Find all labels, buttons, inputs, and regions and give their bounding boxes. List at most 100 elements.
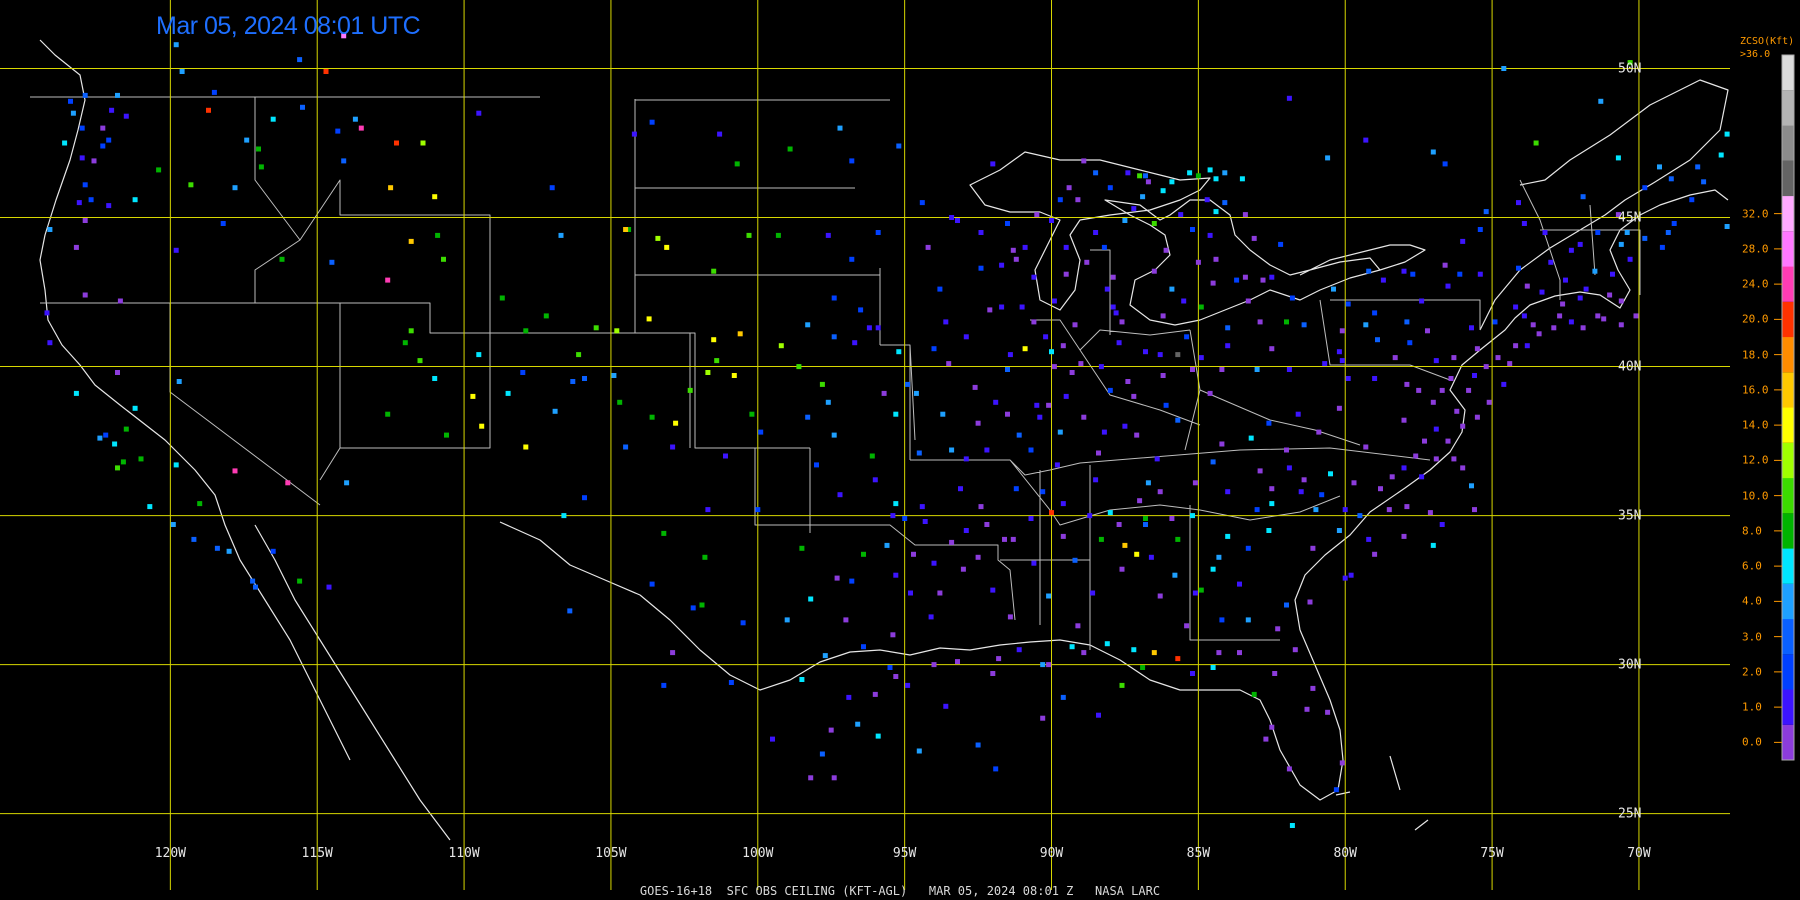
station-marker xyxy=(617,399,623,405)
station-marker xyxy=(869,453,875,459)
station-marker xyxy=(943,319,949,325)
station-marker xyxy=(1113,310,1119,316)
legend-swatch xyxy=(1782,160,1794,197)
station-marker xyxy=(1122,423,1128,429)
station-marker xyxy=(1022,346,1028,352)
station-marker xyxy=(115,370,120,375)
station-marker xyxy=(470,393,476,399)
station-marker xyxy=(1539,289,1545,295)
map-outlines xyxy=(30,39,1729,841)
station-marker xyxy=(1304,706,1310,712)
station-marker xyxy=(1163,247,1169,253)
station-marker xyxy=(1072,322,1078,328)
station-marker xyxy=(120,459,126,465)
station-marker xyxy=(1275,626,1281,632)
station-marker xyxy=(911,551,916,557)
station-marker xyxy=(1307,599,1313,605)
station-marker xyxy=(226,548,232,554)
station-marker xyxy=(1119,566,1125,572)
station-marker xyxy=(1137,173,1143,179)
station-marker xyxy=(1266,420,1272,426)
station-marker xyxy=(1269,486,1275,492)
footer-caption: GOES-16+18 SFC OBS CEILING (KFT-AGL) MAR… xyxy=(639,884,1161,898)
lon-label-110w: 110W xyxy=(448,846,480,861)
station-marker xyxy=(805,414,811,420)
station-marker xyxy=(1560,301,1566,307)
station-marker xyxy=(1069,644,1075,650)
station-marker xyxy=(1219,617,1225,623)
station-marker xyxy=(796,364,802,370)
station-marker xyxy=(858,307,864,313)
station-marker xyxy=(778,343,784,349)
station-marker xyxy=(1051,364,1057,370)
station-marker xyxy=(770,736,775,742)
station-marker xyxy=(385,411,391,417)
station-marker xyxy=(1013,256,1019,262)
station-marker xyxy=(593,325,599,331)
station-marker xyxy=(928,614,934,620)
station-marker xyxy=(1495,355,1501,361)
station-marker xyxy=(79,125,85,131)
station-marker xyxy=(1372,376,1378,381)
station-marker xyxy=(115,92,120,98)
station-marker xyxy=(1145,179,1151,185)
station-marker xyxy=(394,140,399,146)
station-marker xyxy=(1345,376,1351,381)
station-marker xyxy=(1701,179,1707,185)
station-marker xyxy=(123,426,129,432)
station-marker xyxy=(1289,295,1295,301)
station-marker xyxy=(1213,256,1219,262)
station-marker xyxy=(505,390,511,396)
station-marker xyxy=(1410,271,1416,277)
legend-swatch xyxy=(1782,513,1794,549)
station-marker xyxy=(1342,507,1348,513)
station-marker xyxy=(1078,361,1084,367)
station-marker xyxy=(1451,456,1457,462)
station-marker xyxy=(549,185,555,191)
station-marker xyxy=(173,462,179,468)
station-marker xyxy=(808,596,814,602)
station-marker xyxy=(1101,429,1107,435)
station-marker xyxy=(875,325,881,331)
station-marker xyxy=(1568,247,1574,253)
station-marker xyxy=(890,632,896,638)
station-marker xyxy=(916,450,922,456)
florida-keys-outline xyxy=(1335,755,1429,831)
station-marker xyxy=(1210,665,1216,670)
station-marker xyxy=(1407,340,1413,346)
station-marker xyxy=(1657,164,1662,170)
station-marker xyxy=(1466,387,1472,393)
station-marker xyxy=(999,262,1005,268)
station-marker xyxy=(1448,376,1454,381)
station-marker xyxy=(1507,361,1513,367)
station-marker xyxy=(558,232,564,238)
station-marker xyxy=(702,554,708,560)
lon-label-105w: 105W xyxy=(595,846,627,861)
station-marker xyxy=(1169,179,1175,185)
station-marker xyxy=(1718,152,1724,158)
station-marker xyxy=(1060,694,1066,700)
legend-label: 28.0 xyxy=(1742,242,1769,256)
station-marker xyxy=(1184,334,1190,340)
station-marker xyxy=(1016,647,1022,653)
station-marker xyxy=(1301,322,1307,328)
station-marker xyxy=(1104,641,1110,647)
station-marker xyxy=(1107,387,1113,393)
lon-label-115w: 115W xyxy=(301,846,333,861)
lat-lon-grid xyxy=(0,0,1730,890)
color-legend xyxy=(1774,54,1795,761)
station-marker xyxy=(943,703,949,709)
station-marker xyxy=(138,456,144,462)
station-marker xyxy=(582,495,587,501)
station-marker xyxy=(1143,173,1148,179)
station-marker xyxy=(1665,230,1671,235)
station-marker xyxy=(931,560,937,566)
station-marker xyxy=(82,182,88,188)
station-marker xyxy=(978,230,984,235)
station-marker xyxy=(937,286,943,292)
station-marker xyxy=(82,92,88,98)
station-marker xyxy=(1154,456,1160,462)
station-marker xyxy=(1013,486,1019,492)
station-marker xyxy=(147,504,153,510)
station-marker xyxy=(232,185,238,191)
